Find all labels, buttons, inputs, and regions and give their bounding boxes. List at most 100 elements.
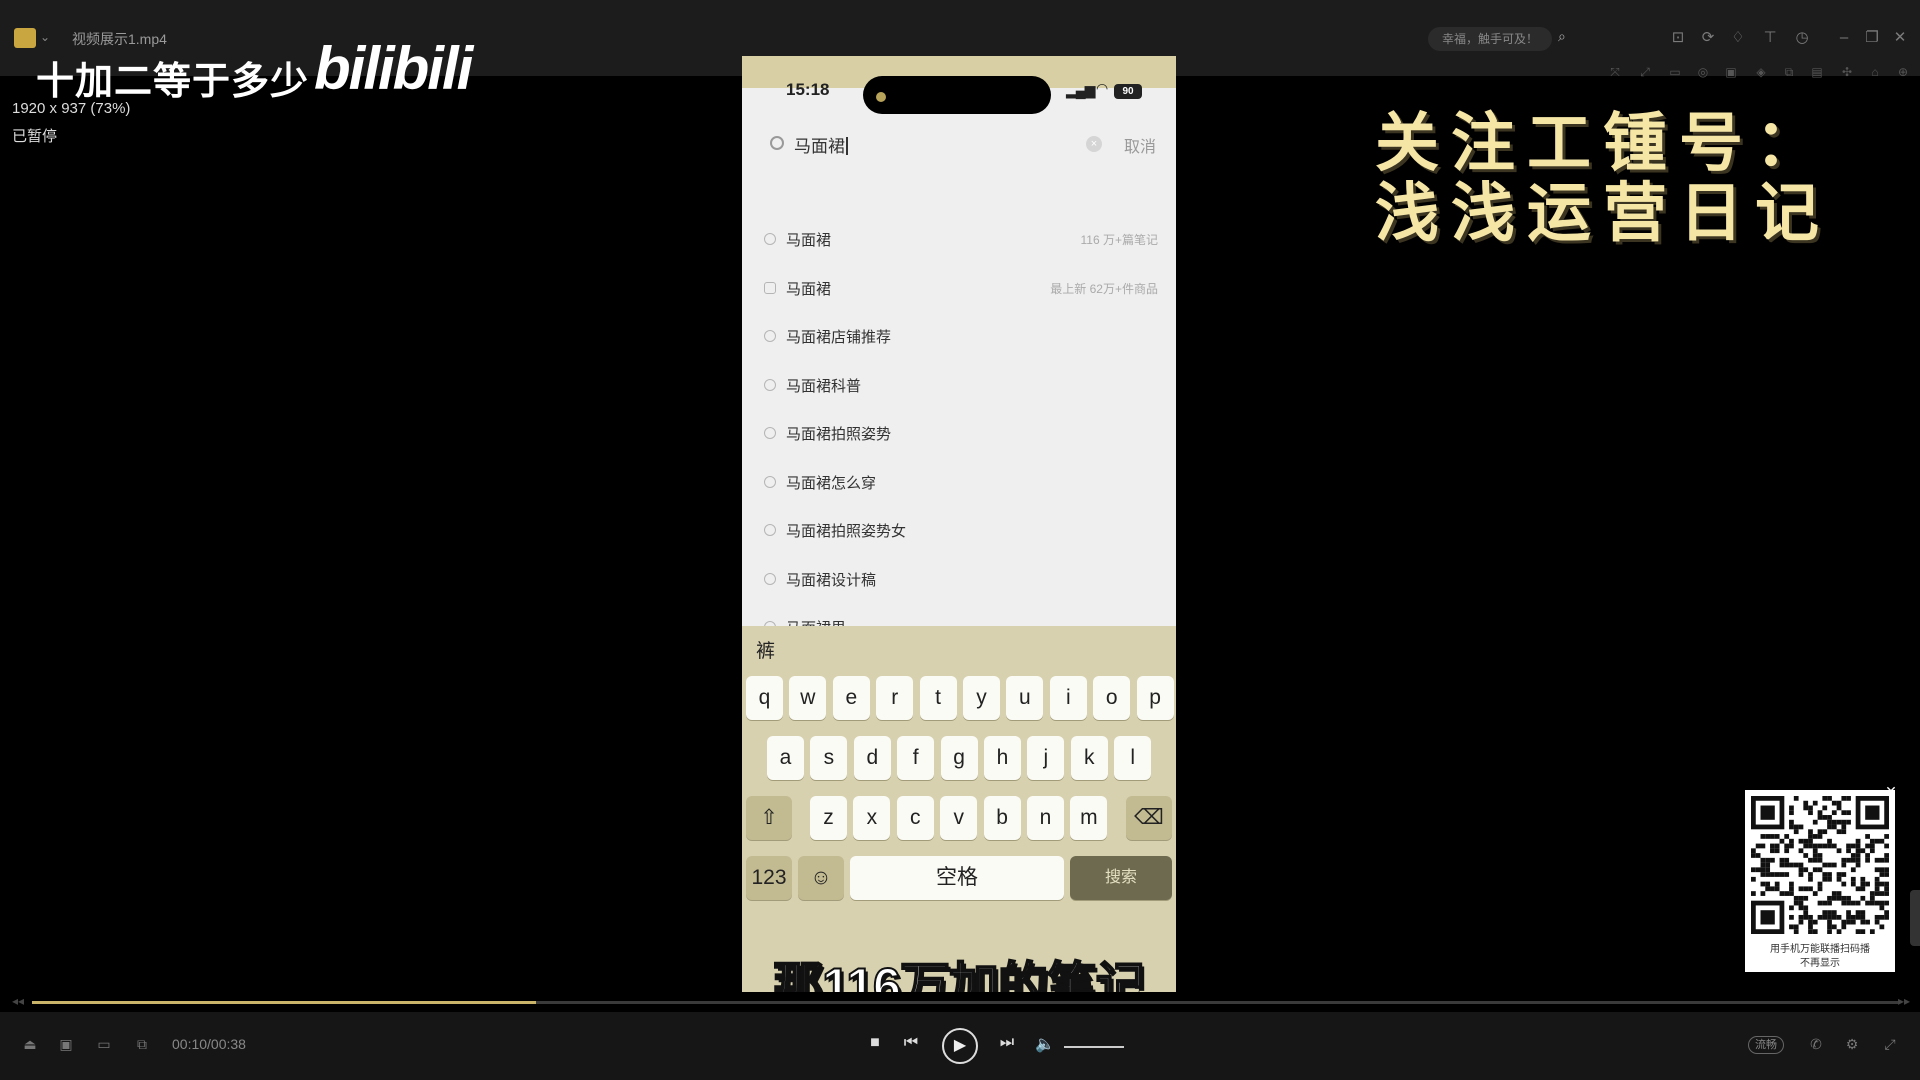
cancel-button[interactable]: 取消 — [1124, 133, 1156, 157]
key-j[interactable]: j — [1027, 736, 1065, 780]
qr-code-icon[interactable] — [1751, 796, 1889, 934]
shift-icon[interactable]: ⇧ — [746, 796, 792, 840]
playback-time: 00:10/00:38 — [172, 1036, 246, 1052]
key-g[interactable]: g — [940, 736, 978, 780]
tool-icon[interactable]: ✣ — [1838, 64, 1856, 80]
suggestion-item[interactable]: 马面裙怎么穿 — [742, 459, 1176, 507]
settings-icon[interactable]: ⚙ — [1842, 1034, 1862, 1054]
suggestion-item[interactable]: 马面裙拍照姿势女 — [742, 507, 1176, 555]
key-m[interactable]: m — [1070, 796, 1108, 840]
next-icon[interactable]: ⏭ — [996, 1034, 1018, 1052]
tool-icon[interactable]: ⊕ — [1894, 64, 1912, 80]
search-query-text: 马面裙 — [794, 137, 845, 156]
search-icon — [770, 136, 784, 150]
key-r[interactable]: r — [876, 676, 914, 720]
fullscreen-icon[interactable]: ⤢ — [1880, 1034, 1900, 1054]
search-bar[interactable]: 马面裙 × 取消 — [742, 122, 1176, 166]
suggestion-item[interactable]: 马面裙 116 万+篇笔记 — [742, 216, 1176, 264]
clear-icon[interactable]: × — [1086, 136, 1102, 152]
key-c[interactable]: c — [896, 796, 934, 840]
close-icon[interactable]: ✕ — [1890, 28, 1910, 48]
key-b[interactable]: b — [983, 796, 1021, 840]
menu-caret-icon[interactable]: ⌄ — [40, 30, 50, 44]
quality-button[interactable]: 流畅 — [1748, 1036, 1784, 1054]
tool-icon[interactable]: ▤ — [1808, 64, 1826, 80]
prev-frame-icon[interactable]: ◂◂ — [12, 994, 24, 1008]
phone-cast-icon[interactable]: ✆ — [1806, 1034, 1826, 1054]
search-key[interactable]: 搜索 — [1070, 856, 1172, 900]
volume-icon[interactable]: 🔈 — [1034, 1034, 1056, 1054]
qr-dismiss-link[interactable]: 不再显示 — [1745, 954, 1895, 969]
emoji-icon[interactable]: ☺ — [798, 856, 844, 900]
skin-icon[interactable]: ♢ — [1728, 28, 1748, 48]
search-query-field[interactable]: 马面裙 — [794, 132, 848, 157]
key-o[interactable]: o — [1093, 676, 1131, 720]
key-l[interactable]: l — [1114, 736, 1152, 780]
volume-slider[interactable] — [1064, 1046, 1124, 1048]
key-v[interactable]: v — [940, 796, 978, 840]
suggestion-item[interactable]: 马面裙拍照姿势 — [742, 410, 1176, 458]
shirt-icon[interactable]: ⊤ — [1760, 28, 1780, 48]
tool-icon[interactable]: ◎ — [1694, 64, 1712, 80]
key-q[interactable]: q — [746, 676, 783, 720]
tool-icon[interactable]: ⧉ — [1780, 64, 1798, 80]
search-input[interactable]: 幸福，触手可及！ — [1428, 27, 1552, 51]
tool-icon[interactable]: ◈ — [1752, 64, 1770, 80]
key-f[interactable]: f — [897, 736, 935, 780]
suggestion-item[interactable]: 马面裙店铺推荐 — [742, 313, 1176, 361]
search-icon — [764, 524, 776, 536]
numbers-key[interactable]: 123 — [746, 856, 792, 900]
key-d[interactable]: d — [853, 736, 891, 780]
play-button[interactable]: ▶ — [942, 1028, 978, 1064]
status-time: 15:18 — [786, 80, 830, 99]
candidate-word[interactable]: 裤 — [756, 636, 775, 663]
app-logo-icon[interactable] — [14, 28, 36, 48]
key-p[interactable]: p — [1136, 676, 1174, 720]
next-frame-icon[interactable]: ▸▸ — [1898, 994, 1910, 1008]
key-u[interactable]: u — [1006, 676, 1044, 720]
dynamic-island — [863, 76, 1051, 114]
restore-icon[interactable]: ❐ — [1862, 28, 1882, 48]
key-z[interactable]: z — [810, 796, 847, 840]
key-s[interactable]: s — [810, 736, 848, 780]
key-h[interactable]: h — [984, 736, 1021, 780]
key-e[interactable]: e — [832, 676, 870, 720]
key-n[interactable]: n — [1027, 796, 1064, 840]
backspace-icon[interactable]: ⌫ — [1126, 796, 1172, 840]
close-icon[interactable]: ✕ — [1884, 784, 1898, 798]
search-icon — [764, 233, 776, 245]
tool-icon[interactable]: ⤧ — [1606, 64, 1624, 80]
follow-text-line2: 浅浅运营日记 — [1375, 177, 1831, 249]
suggestion-item[interactable]: 马面裙科普 — [742, 362, 1176, 410]
space-key[interactable]: 空格 — [850, 856, 1064, 900]
stop-icon[interactable]: ■ — [864, 1034, 886, 1052]
key-t[interactable]: t — [919, 676, 957, 720]
minimize-icon[interactable]: – — [1834, 28, 1854, 48]
side-panel-handle[interactable] — [1910, 890, 1920, 946]
key-y[interactable]: y — [963, 676, 1000, 720]
history-icon[interactable]: ◷ — [1792, 28, 1812, 48]
key-w[interactable]: w — [789, 676, 827, 720]
chat-icon[interactable]: ▭ — [94, 1034, 114, 1054]
rotate-icon[interactable]: ⟳ — [1698, 28, 1718, 48]
tool-icon[interactable]: ▭ — [1666, 64, 1684, 80]
key-k[interactable]: k — [1070, 736, 1108, 780]
pip-icon[interactable]: ⧉ — [132, 1034, 152, 1054]
suggestion-item[interactable]: 马面裙 最上新 62万+件商品 — [742, 265, 1176, 313]
suggestion-text: 马面裙店铺推荐 — [786, 329, 892, 346]
eject-icon[interactable]: ⏏ — [20, 1034, 40, 1054]
tool-icon[interactable]: ▣ — [1722, 64, 1740, 80]
playlist-icon[interactable]: ▣ — [56, 1034, 76, 1054]
paused-status: 已暂停 — [12, 128, 58, 145]
tool-icon[interactable]: ⌂ — [1866, 64, 1884, 80]
screenshot-icon[interactable]: ⊡ — [1668, 28, 1688, 48]
search-icon[interactable]: ⌕ — [1558, 28, 1578, 48]
suggestion-text: 马面裙科普 — [786, 377, 862, 395]
tool-icon[interactable]: ⤢ — [1636, 64, 1654, 80]
key-a[interactable]: a — [767, 736, 804, 780]
suggestion-item[interactable]: 马面裙设计稿 — [742, 556, 1176, 604]
key-i[interactable]: i — [1049, 676, 1087, 720]
key-x[interactable]: x — [853, 796, 891, 840]
previous-icon[interactable]: ⏮ — [900, 1034, 922, 1052]
progress-bar[interactable]: ◂◂ ▸▸ — [0, 992, 1920, 1012]
